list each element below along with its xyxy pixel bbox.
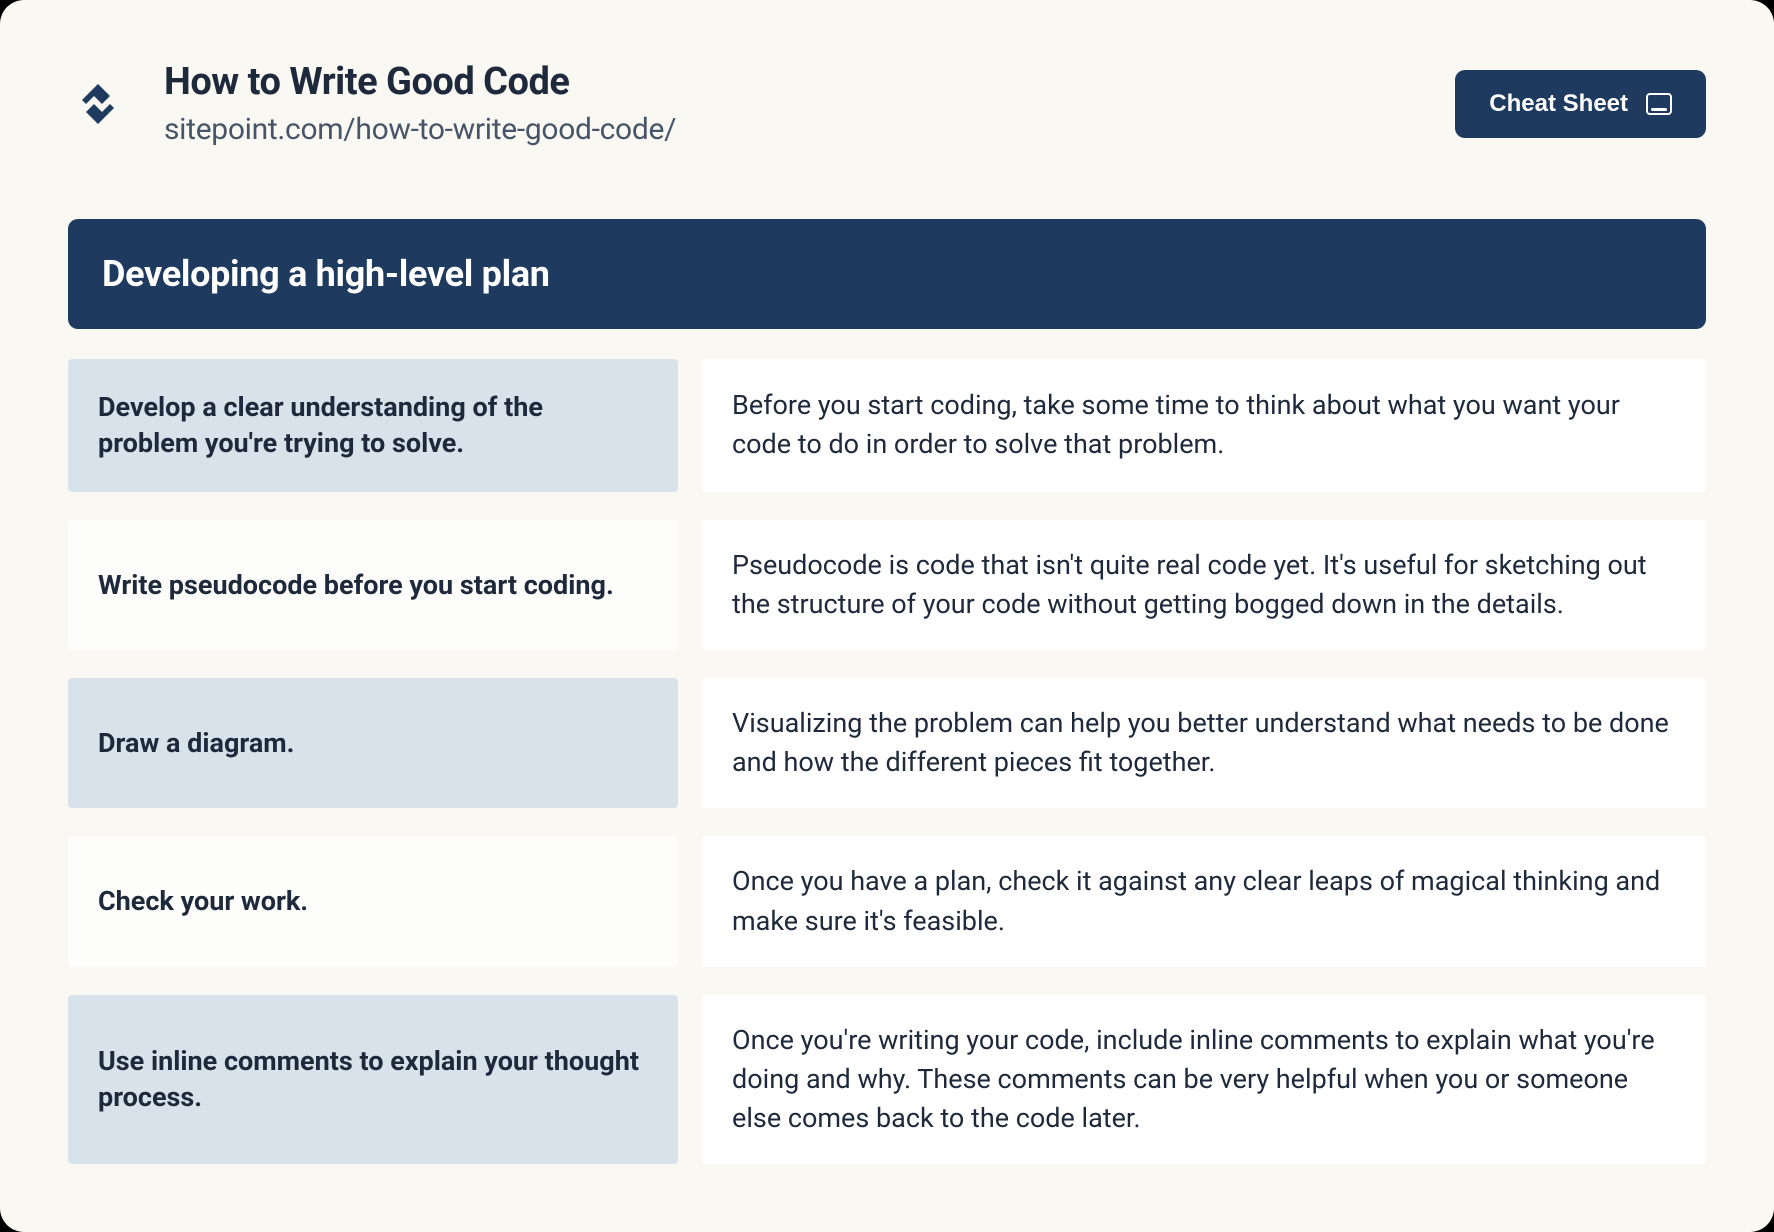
header-titles: How to Write Good Code sitepoint.com/how… [164, 60, 676, 147]
table-row: Draw a diagram. Visualizing the problem … [68, 678, 1706, 808]
table-row: Develop a clear understanding of the pro… [68, 359, 1706, 492]
monitor-icon [1646, 93, 1672, 115]
row-title: Develop a clear understanding of the pro… [68, 359, 678, 492]
header-left: How to Write Good Code sitepoint.com/how… [68, 60, 676, 147]
cheat-sheet-button-label: Cheat Sheet [1489, 90, 1628, 118]
row-description: Once you have a plan, check it against a… [702, 836, 1706, 966]
cheat-sheet-button[interactable]: Cheat Sheet [1455, 70, 1706, 138]
row-description: Before you start coding, take some time … [702, 359, 1706, 492]
sitepoint-logo-icon [68, 74, 128, 134]
page-title: How to Write Good Code [164, 60, 676, 104]
row-description: Once you're writing your code, include i… [702, 995, 1706, 1164]
page-url: sitepoint.com/how-to-write-good-code/ [164, 112, 676, 147]
table-row: Check your work. Once you have a plan, c… [68, 836, 1706, 966]
row-title: Check your work. [68, 836, 678, 966]
row-title: Write pseudocode before you start coding… [68, 520, 678, 650]
header: How to Write Good Code sitepoint.com/how… [68, 60, 1706, 147]
row-title: Draw a diagram. [68, 678, 678, 808]
row-title: Use inline comments to explain your thou… [68, 995, 678, 1164]
rows-container: Develop a clear understanding of the pro… [68, 359, 1706, 1164]
section-heading: Developing a high-level plan [68, 219, 1706, 329]
row-description: Visualizing the problem can help you bet… [702, 678, 1706, 808]
table-row: Use inline comments to explain your thou… [68, 995, 1706, 1164]
row-description: Pseudocode is code that isn't quite real… [702, 520, 1706, 650]
cheat-sheet-page: How to Write Good Code sitepoint.com/how… [0, 0, 1774, 1232]
table-row: Write pseudocode before you start coding… [68, 520, 1706, 650]
